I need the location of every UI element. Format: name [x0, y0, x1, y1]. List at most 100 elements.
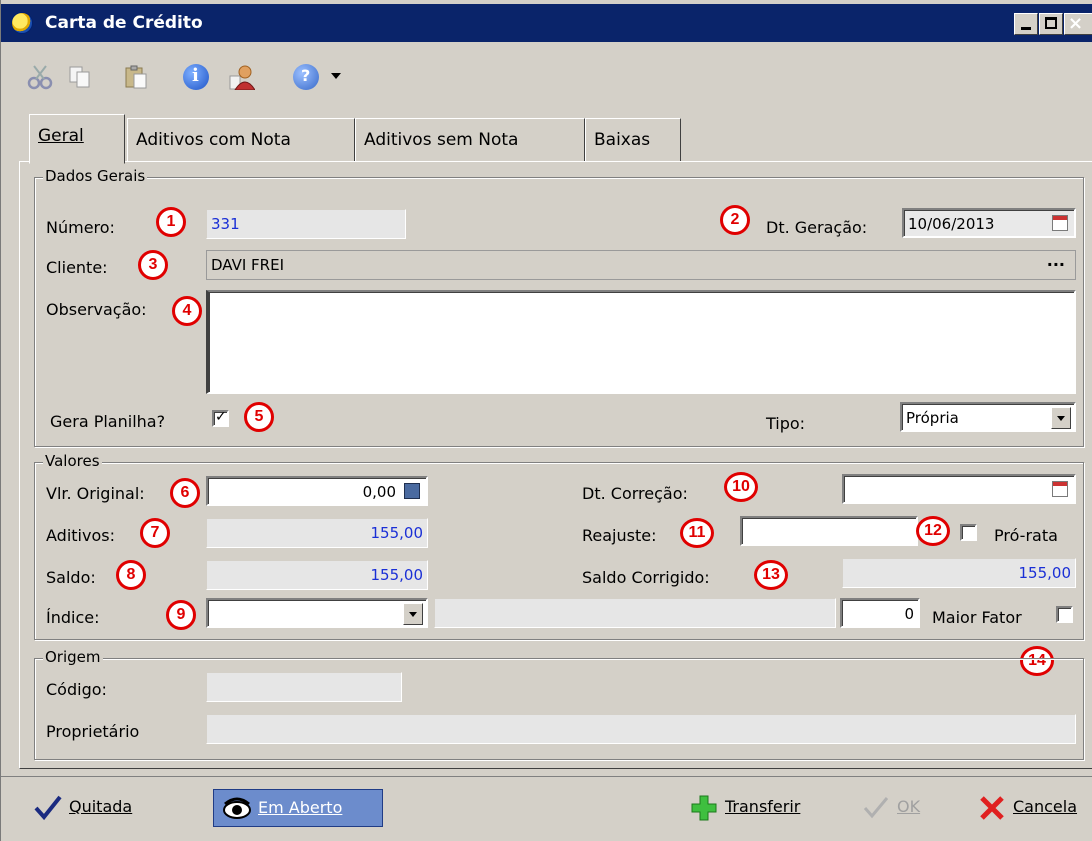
- tab-label: Baixas: [594, 130, 651, 150]
- help-icon[interactable]: [293, 64, 319, 90]
- indice-label: Índice:: [46, 608, 100, 627]
- vlr-original-value: 0,00: [362, 483, 396, 501]
- maior-fator-checkbox[interactable]: [1056, 606, 1073, 623]
- cancela-label: Cancela: [1013, 797, 1078, 816]
- info-icon[interactable]: [183, 64, 209, 90]
- callout-badge-12: 12: [916, 516, 950, 546]
- indice-select[interactable]: [206, 598, 428, 628]
- transferir-button[interactable]: Transferir: [681, 789, 827, 827]
- observacao-textarea[interactable]: [206, 290, 1076, 394]
- indice-description-field[interactable]: [434, 598, 836, 628]
- callout-badge-8: 8: [116, 560, 146, 590]
- saldo-corrigido-value: 155,00: [1018, 564, 1072, 582]
- tab-aditivos-com-nota[interactable]: Aditivos com Nota: [127, 118, 355, 162]
- vlr-original-label: Vlr. Original:: [46, 484, 145, 503]
- close-icon: ×: [1068, 13, 1084, 34]
- calendar-icon[interactable]: [1052, 215, 1068, 231]
- indice-number-field[interactable]: 0: [840, 598, 920, 628]
- saldo-corrigido-label: Saldo Corrigido:: [582, 568, 710, 587]
- dt-geracao-field[interactable]: 10/06/2013: [902, 208, 1076, 238]
- saldo-corrigido-field[interactable]: 155,00: [842, 558, 1076, 588]
- tab-baixas[interactable]: Baixas: [585, 118, 681, 162]
- tab-geral[interactable]: Geral: [29, 114, 125, 164]
- ok-label: OK: [897, 797, 921, 816]
- minimize-button[interactable]: [1014, 13, 1038, 35]
- ok-button[interactable]: OK: [853, 789, 937, 827]
- dt-correcao-field[interactable]: [842, 474, 1076, 504]
- gera-planilha-checkbox[interactable]: ✓: [212, 409, 229, 427]
- tab-label: Aditivos sem Nota: [364, 130, 519, 150]
- aditivos-field[interactable]: 155,00: [206, 518, 428, 548]
- em-aberto-label: Em Aberto: [258, 798, 343, 817]
- callout-badge-5: 5: [244, 402, 274, 432]
- callout-badge-13: 13: [754, 560, 788, 590]
- reajuste-label: Reajuste:: [582, 526, 657, 545]
- transferir-label: Transferir: [725, 797, 801, 816]
- cancel-x-icon: [980, 796, 1004, 820]
- lookup-ellipsis-button[interactable]: ...: [1047, 251, 1065, 270]
- em-aberto-button[interactable]: Em Aberto: [213, 789, 383, 827]
- callout-badge-2: 2: [720, 205, 750, 235]
- proprietario-field[interactable]: [206, 714, 1076, 744]
- tab-panel-geral: Dados Gerais Número: 1 331 2 Dt. Geração…: [19, 161, 1092, 769]
- valores-legend: Valores: [43, 452, 102, 470]
- cliente-value: DAVI FREI: [211, 256, 284, 274]
- quitada-label: Quitada: [69, 797, 133, 816]
- action-bar: Quitada Em Aberto Transferir OK Cancela: [1, 776, 1092, 841]
- tab-label: Aditivos com Nota: [136, 130, 291, 150]
- proprietario-label: Proprietário: [46, 722, 140, 741]
- eye-icon: [223, 797, 251, 819]
- dados-gerais-legend: Dados Gerais: [43, 167, 148, 185]
- checkmark-icon: [863, 797, 889, 819]
- close-button[interactable]: ×: [1064, 13, 1092, 35]
- observacao-label: Observação:: [46, 300, 147, 319]
- checkmark-icon: [34, 795, 62, 821]
- tipo-select[interactable]: Própria: [900, 402, 1076, 432]
- callout-badge-10: 10: [724, 472, 758, 502]
- pro-rata-checkbox[interactable]: [960, 524, 977, 541]
- chevron-down-icon[interactable]: [403, 603, 423, 625]
- calendar-icon[interactable]: [1052, 481, 1068, 497]
- app-icon: [11, 12, 33, 34]
- dt-geracao-label: Dt. Geração:: [766, 218, 868, 237]
- minimize-icon: [1021, 27, 1031, 30]
- cancela-button[interactable]: Cancela: [969, 789, 1092, 827]
- user-properties-icon[interactable]: [229, 64, 255, 90]
- indice-number: 0: [904, 605, 914, 623]
- codigo-label: Código:: [46, 680, 107, 699]
- callout-badge-7: 7: [140, 518, 170, 548]
- tipo-label: Tipo:: [766, 414, 806, 433]
- maior-fator-label: Maior Fator: [932, 608, 1022, 627]
- callout-badge-6: 6: [170, 478, 200, 508]
- origem-group: Origem: [34, 648, 1084, 760]
- reajuste-field[interactable]: [740, 516, 918, 546]
- calculator-icon[interactable]: [404, 483, 420, 499]
- chevron-down-icon[interactable]: [1051, 407, 1071, 429]
- carta-de-credito-window: Carta de Crédito × Geral A: [0, 0, 1092, 841]
- aditivos-label: Aditivos:: [46, 526, 115, 545]
- vlr-original-field[interactable]: 0,00: [206, 476, 428, 506]
- cliente-label: Cliente:: [46, 258, 108, 277]
- codigo-field[interactable]: [206, 672, 402, 702]
- cliente-field[interactable]: DAVI FREI ...: [206, 250, 1076, 280]
- aditivos-value: 155,00: [370, 524, 424, 542]
- title-bar[interactable]: Carta de Crédito ×: [1, 4, 1092, 42]
- maximize-icon: [1045, 17, 1057, 29]
- dropdown-caret-icon[interactable]: [331, 73, 341, 79]
- numero-field[interactable]: 331: [206, 209, 406, 239]
- callout-badge-1: 1: [156, 207, 186, 237]
- quitada-button[interactable]: Quitada: [25, 789, 205, 827]
- plus-icon: [691, 795, 717, 821]
- tipo-value: Própria: [906, 409, 959, 427]
- copy-icon[interactable]: [67, 64, 93, 90]
- paste-icon[interactable]: [123, 64, 149, 90]
- saldo-field[interactable]: 155,00: [206, 560, 428, 590]
- origem-legend: Origem: [43, 648, 103, 666]
- tab-aditivos-sem-nota[interactable]: Aditivos sem Nota: [355, 118, 585, 162]
- callout-badge-11: 11: [680, 518, 714, 548]
- cut-icon[interactable]: [27, 64, 53, 90]
- maximize-button[interactable]: [1039, 13, 1063, 35]
- gera-planilha-label: Gera Planilha?: [50, 412, 166, 431]
- callout-badge-9: 9: [166, 600, 196, 630]
- saldo-label: Saldo:: [46, 568, 96, 587]
